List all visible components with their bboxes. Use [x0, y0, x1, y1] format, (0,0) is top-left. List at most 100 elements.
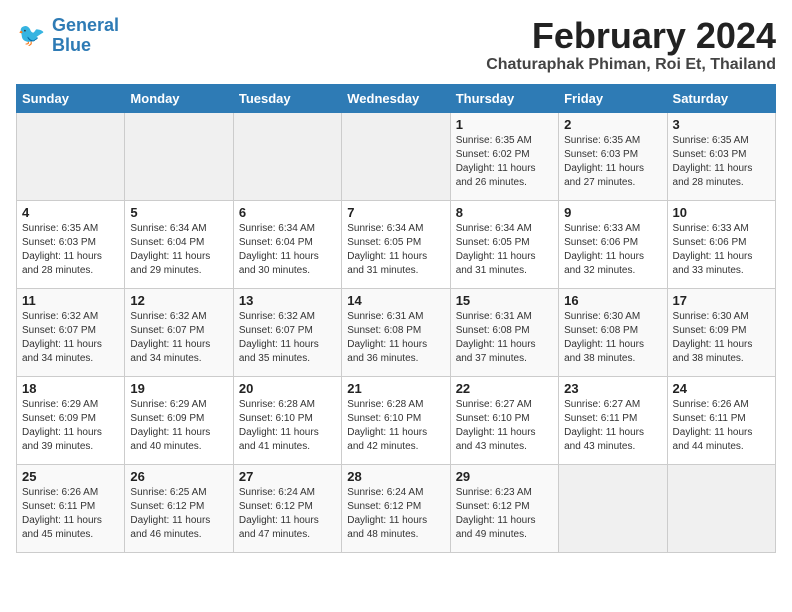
calendar-week-row: 11 Sunrise: 6:32 AM Sunset: 6:07 PM Dayli…: [17, 288, 776, 376]
day-info: Sunrise: 6:35 AM Sunset: 6:03 PM Dayligh…: [22, 222, 119, 278]
day-info: Sunrise: 6:34 AM Sunset: 6:04 PM Dayligh…: [130, 222, 227, 278]
logo-line1: General: [52, 15, 119, 35]
day-info: Sunrise: 6:23 AM Sunset: 6:12 PM Dayligh…: [456, 486, 553, 542]
calendar-cell: 10 Sunrise: 6:33 AM Sunset: 6:06 PM Dayli…: [667, 200, 775, 288]
day-number: 14: [347, 293, 444, 308]
calendar-cell: 6 Sunrise: 6:34 AM Sunset: 6:04 PM Daylig…: [233, 200, 341, 288]
day-info: Sunrise: 6:31 AM Sunset: 6:08 PM Dayligh…: [456, 310, 553, 366]
calendar-cell: 8Sunrise: 6:34 AM Sunset: 6:05 PM Daylig…: [450, 200, 558, 288]
day-info: Sunrise: 6:27 AM Sunset: 6:11 PM Dayligh…: [564, 398, 661, 454]
logo-text: General Blue: [52, 16, 119, 56]
day-number: 2: [564, 117, 661, 132]
location-subtitle: Chaturaphak Phiman, Roi Et, Thailand: [486, 56, 776, 74]
calendar-week-row: 1 Sunrise: 6:35 AM Sunset: 6:02 PM Daylig…: [17, 112, 776, 200]
day-number: 18: [22, 381, 119, 396]
day-number: 29: [456, 469, 553, 484]
calendar-cell: 17Sunrise: 6:30 AM Sunset: 6:09 PM Dayli…: [667, 288, 775, 376]
day-number: 11: [22, 293, 119, 308]
calendar-cell: 16 Sunrise: 6:30 AM Sunset: 6:08 PM Dayli…: [559, 288, 667, 376]
calendar-cell: [17, 112, 125, 200]
day-info: Sunrise: 6:27 AM Sunset: 6:10 PM Dayligh…: [456, 398, 553, 454]
day-info: Sunrise: 6:34 AM Sunset: 6:05 PM Dayligh…: [456, 222, 553, 278]
day-info: Sunrise: 6:32 AM Sunset: 6:07 PM Dayligh…: [130, 310, 227, 366]
day-number: 3: [673, 117, 770, 132]
calendar-cell: 7Sunrise: 6:34 AM Sunset: 6:05 PM Daylig…: [342, 200, 450, 288]
calendar-cell: 11 Sunrise: 6:32 AM Sunset: 6:07 PM Dayli…: [17, 288, 125, 376]
day-info: Sunrise: 6:35 AM Sunset: 6:03 PM Dayligh…: [564, 134, 661, 190]
day-number: 20: [239, 381, 336, 396]
calendar-cell: [559, 464, 667, 552]
calendar-cell: 4Sunrise: 6:35 AM Sunset: 6:03 PM Daylig…: [17, 200, 125, 288]
calendar-cell: 3 Sunrise: 6:35 AM Sunset: 6:03 PM Daylig…: [667, 112, 775, 200]
day-number: 6: [239, 205, 336, 220]
day-info: Sunrise: 6:32 AM Sunset: 6:07 PM Dayligh…: [239, 310, 336, 366]
calendar-cell: 19 Sunrise: 6:29 AM Sunset: 6:09 PM Dayli…: [125, 376, 233, 464]
day-info: Sunrise: 6:24 AM Sunset: 6:12 PM Dayligh…: [347, 486, 444, 542]
logo-line2: Blue: [52, 35, 91, 55]
calendar-table: SundayMondayTuesdayWednesdayThursdayFrid…: [16, 84, 776, 553]
calendar-body: 1 Sunrise: 6:35 AM Sunset: 6:02 PM Daylig…: [17, 112, 776, 552]
day-info: Sunrise: 6:24 AM Sunset: 6:12 PM Dayligh…: [239, 486, 336, 542]
header-cell-monday: Monday: [125, 84, 233, 112]
logo-icon: 🐦: [16, 20, 48, 52]
day-number: 15: [456, 293, 553, 308]
day-info: Sunrise: 6:32 AM Sunset: 6:07 PM Dayligh…: [22, 310, 119, 366]
day-info: Sunrise: 6:29 AM Sunset: 6:09 PM Dayligh…: [130, 398, 227, 454]
header-cell-wednesday: Wednesday: [342, 84, 450, 112]
day-info: Sunrise: 6:34 AM Sunset: 6:04 PM Dayligh…: [239, 222, 336, 278]
calendar-week-row: 4Sunrise: 6:35 AM Sunset: 6:03 PM Daylig…: [17, 200, 776, 288]
calendar-cell: 18Sunrise: 6:29 AM Sunset: 6:09 PM Dayli…: [17, 376, 125, 464]
calendar-cell: 25Sunrise: 6:26 AM Sunset: 6:11 PM Dayli…: [17, 464, 125, 552]
calendar-week-row: 18 Sunrise: 6:29 AM Sunset: 6:09 PM Dayli…: [17, 376, 776, 464]
header-cell-saturday: Saturday: [667, 84, 775, 112]
day-number: 22: [456, 381, 553, 396]
day-info: Sunrise: 6:31 AM Sunset: 6:08 PM Dayligh…: [347, 310, 444, 366]
calendar-cell: 15 Sunrise: 6:31 AM Sunset: 6:08 PM Dayli…: [450, 288, 558, 376]
calendar-cell: 29 Sunrise: 6:23 AM Sunset: 6:12 PM Dayli…: [450, 464, 558, 552]
calendar-week-row: 25Sunrise: 6:26 AM Sunset: 6:11 PM Dayli…: [17, 464, 776, 552]
day-number: 23: [564, 381, 661, 396]
calendar-cell: [125, 112, 233, 200]
day-info: Sunrise: 6:34 AM Sunset: 6:05 PM Dayligh…: [347, 222, 444, 278]
day-number: 5: [130, 205, 227, 220]
day-number: 1: [456, 117, 553, 132]
day-info: Sunrise: 6:33 AM Sunset: 6:06 PM Dayligh…: [564, 222, 661, 278]
day-info: Sunrise: 6:30 AM Sunset: 6:08 PM Dayligh…: [564, 310, 661, 366]
header-cell-thursday: Thursday: [450, 84, 558, 112]
header-cell-tuesday: Tuesday: [233, 84, 341, 112]
day-info: Sunrise: 6:35 AM Sunset: 6:03 PM Dayligh…: [673, 134, 770, 190]
day-number: 26: [130, 469, 227, 484]
day-number: 10: [673, 205, 770, 220]
calendar-cell: 20 Sunrise: 6:28 AM Sunset: 6:10 PM Dayli…: [233, 376, 341, 464]
day-number: 9: [564, 205, 661, 220]
calendar-cell: [342, 112, 450, 200]
day-number: 27: [239, 469, 336, 484]
header-cell-friday: Friday: [559, 84, 667, 112]
day-info: Sunrise: 6:26 AM Sunset: 6:11 PM Dayligh…: [22, 486, 119, 542]
calendar-header-row: SundayMondayTuesdayWednesdayThursdayFrid…: [17, 84, 776, 112]
calendar-cell: 9 Sunrise: 6:33 AM Sunset: 6:06 PM Daylig…: [559, 200, 667, 288]
calendar-cell: 21Sunrise: 6:28 AM Sunset: 6:10 PM Dayli…: [342, 376, 450, 464]
logo: 🐦 General Blue: [16, 16, 119, 56]
calendar-cell: 24 Sunrise: 6:26 AM Sunset: 6:11 PM Dayli…: [667, 376, 775, 464]
day-info: Sunrise: 6:33 AM Sunset: 6:06 PM Dayligh…: [673, 222, 770, 278]
day-info: Sunrise: 6:25 AM Sunset: 6:12 PM Dayligh…: [130, 486, 227, 542]
day-info: Sunrise: 6:35 AM Sunset: 6:02 PM Dayligh…: [456, 134, 553, 190]
day-number: 17: [673, 293, 770, 308]
calendar-cell: 2 Sunrise: 6:35 AM Sunset: 6:03 PM Daylig…: [559, 112, 667, 200]
day-number: 21: [347, 381, 444, 396]
calendar-cell: 12Sunrise: 6:32 AM Sunset: 6:07 PM Dayli…: [125, 288, 233, 376]
day-info: Sunrise: 6:28 AM Sunset: 6:10 PM Dayligh…: [239, 398, 336, 454]
day-info: Sunrise: 6:26 AM Sunset: 6:11 PM Dayligh…: [673, 398, 770, 454]
calendar-cell: 13Sunrise: 6:32 AM Sunset: 6:07 PM Dayli…: [233, 288, 341, 376]
calendar-cell: [233, 112, 341, 200]
page-header: 🐦 General Blue February 2024 Chaturaphak…: [16, 16, 776, 74]
calendar-cell: 23 Sunrise: 6:27 AM Sunset: 6:11 PM Dayli…: [559, 376, 667, 464]
day-number: 24: [673, 381, 770, 396]
day-number: 16: [564, 293, 661, 308]
title-block: February 2024 Chaturaphak Phiman, Roi Et…: [486, 16, 776, 74]
day-number: 28: [347, 469, 444, 484]
calendar-cell: 5 Sunrise: 6:34 AM Sunset: 6:04 PM Daylig…: [125, 200, 233, 288]
day-number: 19: [130, 381, 227, 396]
calendar-cell: 26 Sunrise: 6:25 AM Sunset: 6:12 PM Dayli…: [125, 464, 233, 552]
